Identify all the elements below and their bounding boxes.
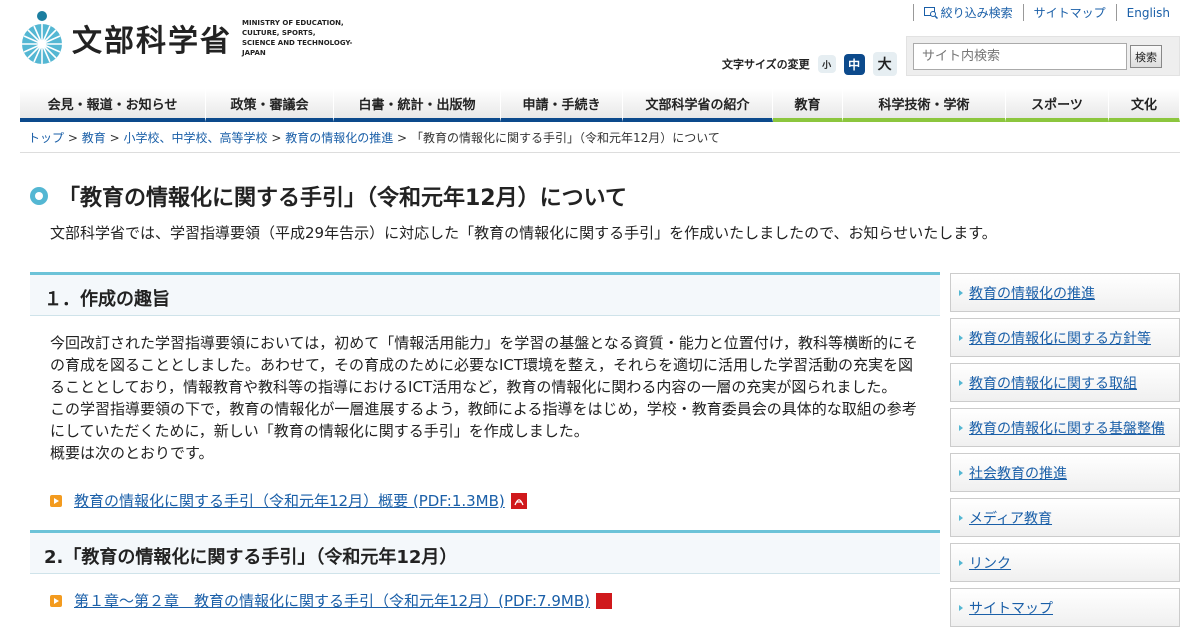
utility-links: 絞り込み検索 サイトマップ English <box>912 4 1180 21</box>
logo-en-line: MINISTRY OF EDUCATION, <box>242 19 344 27</box>
title-bullet-icon <box>30 187 48 205</box>
site-header: 文部科学省 MINISTRY OF EDUCATION, CULTURE, SP… <box>0 0 1200 88</box>
breadcrumb-link[interactable]: 小学校、中学校、高等学校 <box>123 131 267 145</box>
font-size-large-button[interactable]: 大 <box>872 52 897 76</box>
font-size-label: 文字サイズの変更 <box>722 58 810 71</box>
breadcrumb-current: 「教育の情報化に関する手引」（令和元年12月）について <box>410 131 720 145</box>
triangle-right-icon <box>959 514 963 521</box>
sidebar: 教育の情報化の推進 教育の情報化に関する方針等 教育の情報化に関する取組 教育の… <box>950 273 1180 630</box>
pdf-icon <box>510 493 527 509</box>
english-link[interactable]: English <box>1115 4 1180 21</box>
pdf-icon <box>596 592 612 609</box>
triangle-right-icon <box>959 604 963 611</box>
nav-item-culture[interactable]: 文化 <box>1109 89 1180 122</box>
sidebar-item[interactable]: メディア教育 <box>950 498 1180 537</box>
sidebar-item-link[interactable]: 社会教育の推進 <box>969 463 1067 483</box>
download-item: 第１章〜第２章 教育の情報化に関する手引（令和元年12月）(PDF:7.9MB) <box>30 590 940 611</box>
breadcrumb: トップ > 教育 > 小学校、中学校、高等学校 > 教育の情報化の推進 > 「教… <box>28 129 720 146</box>
sidebar-item[interactable]: 教育の情報化に関する取組 <box>950 363 1180 402</box>
sidebar-item-link[interactable]: 教育の情報化に関する取組 <box>969 373 1137 393</box>
section-body: 今回改訂された学習指導要領においては，初めて「情報活用能力」を学習の基盤となる資… <box>30 316 940 512</box>
triangle-right-icon <box>959 379 963 386</box>
breadcrumb-separator: > <box>397 131 408 145</box>
breadcrumb-separator: > <box>109 131 120 145</box>
breadcrumb-link[interactable]: 教育の情報化の推進 <box>285 131 393 145</box>
sidebar-item[interactable]: 社会教育の推進 <box>950 453 1180 492</box>
nav-item-application[interactable]: 申請・手続き <box>501 89 623 122</box>
logo-en-line: SCIENCE AND TECHNOLOGY-JAPAN <box>242 39 353 57</box>
logo-english-text: MINISTRY OF EDUCATION, CULTURE, SPORTS, … <box>242 18 372 58</box>
sidebar-item[interactable]: リンク <box>950 543 1180 582</box>
logo-en-line: CULTURE, SPORTS, <box>242 29 316 37</box>
sidebar-item[interactable]: 教育の情報化に関する基盤整備 <box>950 408 1180 447</box>
triangle-right-icon <box>959 469 963 476</box>
nav-item-whitepaper[interactable]: 白書・統計・出版物 <box>334 89 501 122</box>
sitemap-link[interactable]: サイトマップ <box>1022 4 1116 21</box>
paragraph: 今回改訂された学習指導要領においては，初めて「情報活用能力」を学習の基盤となる資… <box>50 334 918 396</box>
page-title-text: 「教育の情報化に関する手引」（令和元年12月）について <box>58 186 627 211</box>
paragraph: 概要は次のとおりです。 <box>50 444 214 462</box>
nav-item-education[interactable]: 教育 <box>773 89 843 122</box>
triangle-right-icon <box>959 559 963 566</box>
nav-item-sports[interactable]: スポーツ <box>1006 89 1109 122</box>
nav-item-about[interactable]: 文部科学省の紹介 <box>623 89 773 122</box>
sidebar-item[interactable]: 教育の情報化に関する方針等 <box>950 318 1180 357</box>
breadcrumb-link[interactable]: トップ <box>28 131 64 145</box>
breadcrumb-link[interactable]: 教育 <box>82 131 106 145</box>
breadcrumb-separator: > <box>67 131 78 145</box>
refined-search-label: 絞り込み検索 <box>940 6 1013 20</box>
page-title: 「教育の情報化に関する手引」（令和元年12月）について <box>30 180 627 212</box>
triangle-right-icon <box>959 334 963 341</box>
intro-text: 文部科学省では、学習指導要領（平成29年告示）に対応した「教育の情報化に関する手… <box>50 224 997 242</box>
mext-emblem-icon <box>22 11 62 64</box>
main-content: １．作成の趣旨 今回改訂された学習指導要領においては，初めて「情報活用能力」を学… <box>30 272 940 630</box>
font-size-medium-button[interactable]: 中 <box>843 53 865 75</box>
sidebar-item-link[interactable]: 教育の情報化に関する基盤整備 <box>969 418 1165 438</box>
triangle-right-icon <box>959 289 963 296</box>
paragraph: この学習指導要領の下で，教育の情報化が一層進展するよう，教師による指導をはじめ，… <box>50 400 917 440</box>
breadcrumb-separator: > <box>271 131 282 145</box>
sidebar-item-link[interactable]: サイトマップ <box>969 598 1053 618</box>
nav-item-press[interactable]: 会見・報道・お知らせ <box>20 89 206 122</box>
search-input[interactable] <box>913 43 1127 70</box>
sidebar-item[interactable]: サイトマップ <box>950 588 1180 627</box>
section-heading: 2.「教育の情報化に関する手引」（令和元年12月） <box>30 530 940 574</box>
arrow-right-icon <box>50 594 62 607</box>
search-window-icon <box>923 6 938 19</box>
arrow-right-icon <box>50 495 62 507</box>
triangle-right-icon <box>959 424 963 431</box>
global-nav: 会見・報道・お知らせ 政策・審議会 白書・統計・出版物 申請・手続き 文部科学省… <box>20 89 1180 122</box>
sidebar-item-link[interactable]: リンク <box>969 553 1011 573</box>
logo-text: 文部科学省 <box>72 24 232 59</box>
pdf-acrobat-glyph <box>514 499 524 506</box>
site-search: 検索 <box>906 36 1180 76</box>
sidebar-item-link[interactable]: メディア教育 <box>969 508 1052 528</box>
nav-item-policy[interactable]: 政策・審議会 <box>206 89 334 122</box>
pdf-download-link[interactable]: 第１章〜第２章 教育の情報化に関する手引（令和元年12月）(PDF:7.9MB) <box>74 590 590 611</box>
nav-item-science[interactable]: 科学技術・学術 <box>843 89 1006 122</box>
sidebar-item-link[interactable]: 教育の情報化に関する方針等 <box>969 328 1151 348</box>
section-heading: １．作成の趣旨 <box>30 272 940 316</box>
refined-search-link[interactable]: 絞り込み検索 <box>912 4 1023 21</box>
sidebar-item[interactable]: 教育の情報化の推進 <box>950 273 1180 312</box>
font-size-small-button[interactable]: 小 <box>817 55 836 73</box>
site-logo[interactable]: 文部科学省 MINISTRY OF EDUCATION, CULTURE, SP… <box>20 10 372 66</box>
sidebar-item-link[interactable]: 教育の情報化の推進 <box>969 283 1095 303</box>
download-item: 教育の情報化に関する手引（令和元年12月）概要 (PDF:1.3MB) <box>50 490 920 512</box>
divider <box>20 152 1180 153</box>
search-button[interactable]: 検索 <box>1130 45 1162 68</box>
pdf-download-link[interactable]: 教育の情報化に関する手引（令和元年12月）概要 (PDF:1.3MB) <box>74 490 505 512</box>
font-size-switcher: 文字サイズの変更 小 中 大 <box>722 52 897 76</box>
